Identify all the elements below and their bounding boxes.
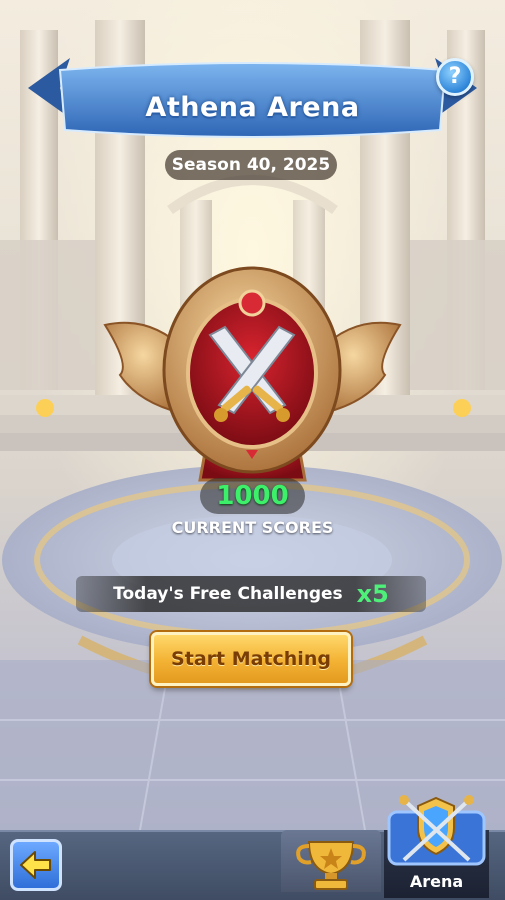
question-icon: ?: [448, 64, 462, 89]
free-challenges-label: Today's Free Challenges: [113, 584, 343, 604]
current-score-value: 1000: [200, 478, 305, 514]
start-matching-button[interactable]: Start Matching: [151, 632, 351, 686]
help-button[interactable]: ?: [436, 58, 474, 96]
current-score-label: CURRENT SCORES: [171, 518, 334, 537]
page-title: Athena Arena: [145, 92, 360, 123]
trophy-icon: [296, 841, 366, 890]
arena-emblem: [103, 266, 402, 482]
tab-arena-label: Arena: [409, 872, 464, 891]
arena-shield-icon: [387, 795, 486, 866]
arrow-left-icon: [20, 851, 51, 879]
free-challenges-bar: Today's Free Challenges x5: [76, 576, 426, 612]
back-button[interactable]: [10, 839, 62, 891]
season-label: Season 40, 2025: [165, 150, 337, 180]
tab-trophy[interactable]: [281, 830, 381, 892]
free-challenges-count: x5: [356, 580, 389, 608]
